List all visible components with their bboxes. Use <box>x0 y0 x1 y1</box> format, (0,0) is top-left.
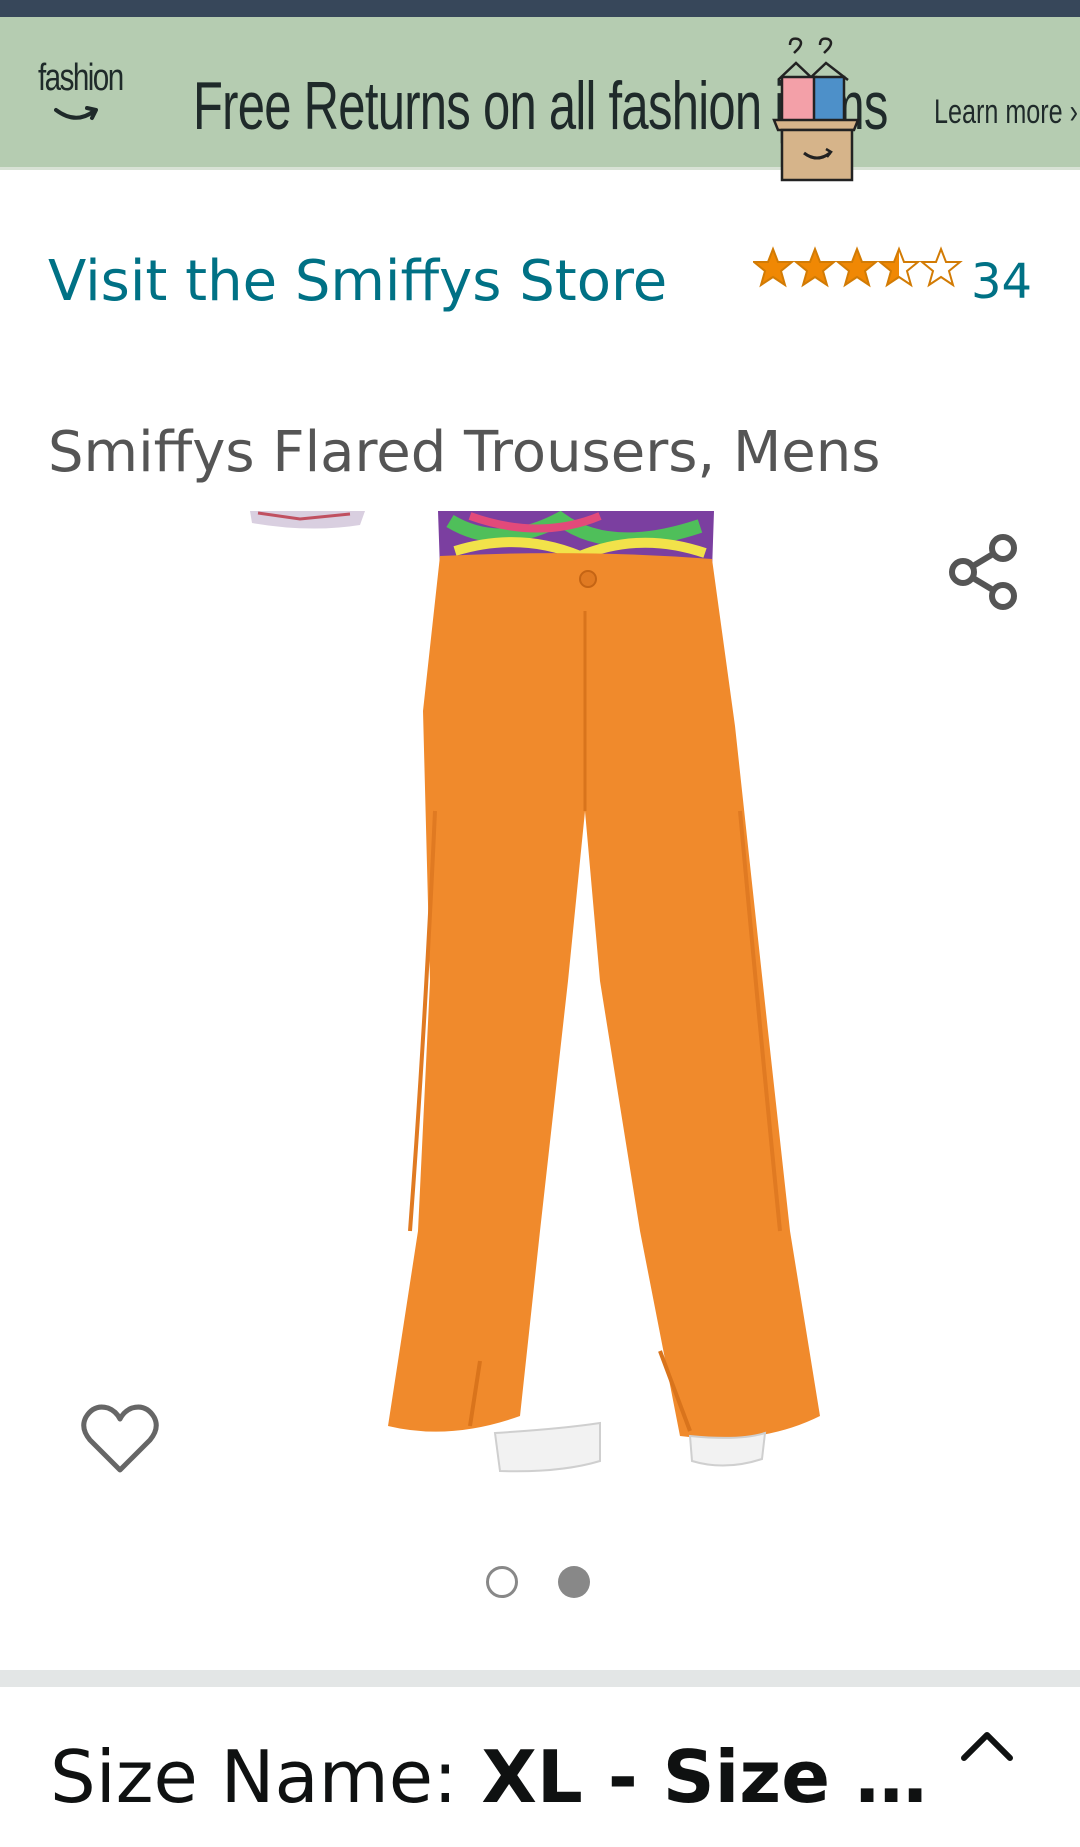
carousel-dots <box>486 1566 590 1598</box>
section-divider <box>0 1670 1080 1687</box>
carousel-dot[interactable] <box>486 1566 518 1598</box>
chevron-up-icon[interactable] <box>958 1726 1016 1766</box>
fashion-logo: fashion <box>38 57 128 152</box>
status-bar <box>0 0 1080 17</box>
rating-stars-icon <box>753 246 963 288</box>
size-value: XL - Size … <box>481 1735 928 1819</box>
promo-banner[interactable]: fashion Free Returns on all fashion item… <box>0 17 1080 182</box>
fashion-logo-text: fashion <box>38 57 124 99</box>
share-icon[interactable] <box>945 532 1025 612</box>
size-selector[interactable]: Size Name: XL - Size … <box>50 1735 927 1819</box>
product-title: Smiffys Flared Trousers, Mens <box>48 420 881 485</box>
star-rating[interactable] <box>753 243 963 293</box>
visit-store-link[interactable]: Visit the Smiffys Store <box>48 238 728 326</box>
rating-count[interactable]: 34 <box>971 254 1032 310</box>
learn-more-link[interactable]: Learn more › <box>934 93 1078 132</box>
carousel-dot-active[interactable] <box>558 1566 590 1598</box>
product-image[interactable] <box>0 511 1080 1496</box>
size-label: Size Name: <box>50 1735 458 1819</box>
clothes-box-icon <box>772 37 860 182</box>
heart-icon[interactable] <box>80 1402 160 1477</box>
smile-arrow-icon <box>54 106 98 120</box>
